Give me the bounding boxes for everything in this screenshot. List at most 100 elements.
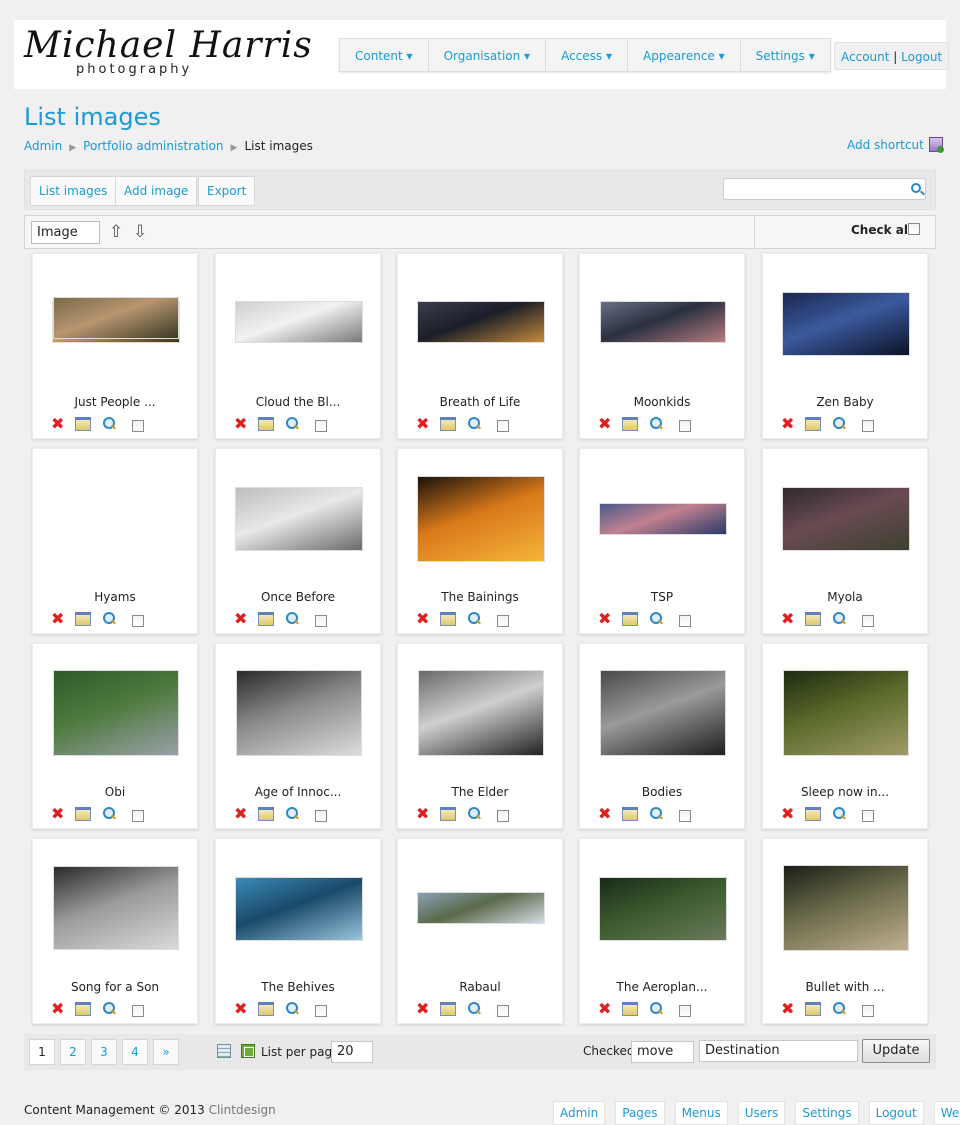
image-thumbnail[interactable]: [599, 503, 727, 535]
nav-settings[interactable]: Settings ▾: [741, 39, 830, 71]
view-icon[interactable]: [650, 1002, 663, 1015]
view-icon[interactable]: [103, 807, 116, 820]
select-checkbox[interactable]: [497, 1005, 509, 1017]
edit-icon[interactable]: [258, 612, 274, 626]
view-icon[interactable]: [650, 807, 663, 820]
footer-link-website[interactable]: Website: [933, 1101, 960, 1125]
edit-icon[interactable]: [622, 612, 638, 626]
view-icon[interactable]: [286, 1002, 299, 1015]
image-card[interactable]: The Elder ✖: [397, 643, 563, 829]
page-4[interactable]: 4: [122, 1039, 148, 1065]
image-thumbnail[interactable]: [53, 866, 179, 950]
footer-link-menus[interactable]: Menus: [674, 1101, 728, 1125]
select-checkbox[interactable]: [862, 810, 874, 822]
view-icon[interactable]: [286, 417, 299, 430]
edit-icon[interactable]: [805, 417, 821, 431]
image-card[interactable]: The Aeroplan... ✖: [579, 838, 745, 1024]
delete-icon[interactable]: ✖: [598, 611, 612, 627]
export-button[interactable]: Export: [198, 176, 256, 206]
select-checkbox[interactable]: [679, 810, 691, 822]
delete-icon[interactable]: ✖: [416, 611, 430, 627]
delete-icon[interactable]: ✖: [416, 416, 430, 432]
image-card[interactable]: Bullet with ... ✖: [762, 838, 928, 1024]
account-link[interactable]: Account: [841, 50, 889, 64]
page-next[interactable]: »: [153, 1039, 179, 1065]
image-thumbnail[interactable]: [417, 476, 545, 562]
footer-link-settings[interactable]: Settings: [795, 1101, 859, 1125]
delete-icon[interactable]: ✖: [781, 611, 795, 627]
check-all[interactable]: Check all: [851, 223, 920, 237]
image-thumbnail[interactable]: [235, 877, 363, 941]
edit-icon[interactable]: [805, 807, 821, 821]
image-card[interactable]: Song for a Son ✖: [32, 838, 198, 1024]
update-button[interactable]: Update: [862, 1039, 930, 1063]
delete-icon[interactable]: ✖: [234, 1001, 248, 1017]
page-2[interactable]: 2: [60, 1039, 86, 1065]
delete-icon[interactable]: ✖: [781, 416, 795, 432]
edit-icon[interactable]: [440, 1002, 456, 1016]
logo[interactable]: Michael Harris photography: [24, 28, 312, 80]
sort-field-select[interactable]: Image: [31, 221, 100, 244]
nav-access[interactable]: Access ▾: [546, 39, 628, 71]
view-icon[interactable]: [650, 417, 663, 430]
delete-icon[interactable]: ✖: [51, 611, 65, 627]
list-per-page-input[interactable]: 20: [331, 1041, 373, 1063]
delete-icon[interactable]: ✖: [598, 416, 612, 432]
image-thumbnail[interactable]: [599, 877, 727, 941]
grid-view-icon[interactable]: [241, 1044, 255, 1058]
edit-icon[interactable]: [805, 612, 821, 626]
edit-icon[interactable]: [440, 417, 456, 431]
checked-action-select[interactable]: move: [631, 1041, 694, 1063]
select-checkbox[interactable]: [315, 810, 327, 822]
sort-ascending-icon[interactable]: ⇧: [109, 222, 123, 242]
select-checkbox[interactable]: [862, 420, 874, 432]
edit-icon[interactable]: [805, 1002, 821, 1016]
delete-icon[interactable]: ✖: [416, 1001, 430, 1017]
image-card[interactable]: Sleep now in... ✖: [762, 643, 928, 829]
image-card[interactable]: Rabaul ✖: [397, 838, 563, 1024]
image-thumbnail[interactable]: [783, 865, 909, 951]
view-icon[interactable]: [286, 612, 299, 625]
footer-link-pages[interactable]: Pages: [615, 1101, 665, 1125]
image-card[interactable]: Just People ... ✖: [32, 253, 198, 439]
edit-icon[interactable]: [622, 807, 638, 821]
shortcut-icon[interactable]: [928, 137, 944, 153]
image-thumbnail[interactable]: [783, 670, 909, 756]
page-3[interactable]: 3: [91, 1039, 117, 1065]
select-checkbox[interactable]: [862, 1005, 874, 1017]
select-checkbox[interactable]: [679, 615, 691, 627]
select-checkbox[interactable]: [132, 615, 144, 627]
view-icon[interactable]: [103, 417, 116, 430]
breadcrumb-portfolio[interactable]: Portfolio administration: [83, 139, 223, 153]
image-card[interactable]: Once Before ✖: [215, 448, 381, 634]
view-icon[interactable]: [833, 807, 846, 820]
footer-link-users[interactable]: Users: [737, 1101, 786, 1125]
image-card[interactable]: TSP ✖: [579, 448, 745, 634]
image-thumbnail[interactable]: [53, 670, 179, 756]
delete-icon[interactable]: ✖: [234, 611, 248, 627]
select-checkbox[interactable]: [315, 615, 327, 627]
view-icon[interactable]: [833, 612, 846, 625]
delete-icon[interactable]: ✖: [416, 806, 430, 822]
nav-organisation[interactable]: Organisation ▾: [429, 39, 547, 71]
edit-icon[interactable]: [75, 417, 91, 431]
image-card[interactable]: The Bainings ✖: [397, 448, 563, 634]
image-thumbnail[interactable]: [53, 297, 179, 339]
image-thumbnail[interactable]: [600, 301, 726, 343]
footer-brand[interactable]: Clintdesign: [209, 1103, 276, 1117]
edit-icon[interactable]: [440, 807, 456, 821]
image-card[interactable]: Hyams ✖: [32, 297, 198, 634]
nav-appearence[interactable]: Appearence ▾: [628, 39, 741, 71]
edit-icon[interactable]: [622, 1002, 638, 1016]
image-thumbnail[interactable]: [236, 670, 362, 756]
select-checkbox[interactable]: [132, 420, 144, 432]
footer-link-admin[interactable]: Admin: [553, 1101, 606, 1125]
edit-icon[interactable]: [75, 612, 91, 626]
page-1[interactable]: 1: [29, 1039, 55, 1065]
delete-icon[interactable]: ✖: [234, 416, 248, 432]
list-images-button[interactable]: List images: [30, 176, 117, 206]
image-thumbnail[interactable]: [600, 670, 726, 756]
image-card[interactable]: Obi ✖: [32, 643, 198, 829]
image-card[interactable]: The Behives ✖: [215, 838, 381, 1024]
edit-icon[interactable]: [258, 807, 274, 821]
